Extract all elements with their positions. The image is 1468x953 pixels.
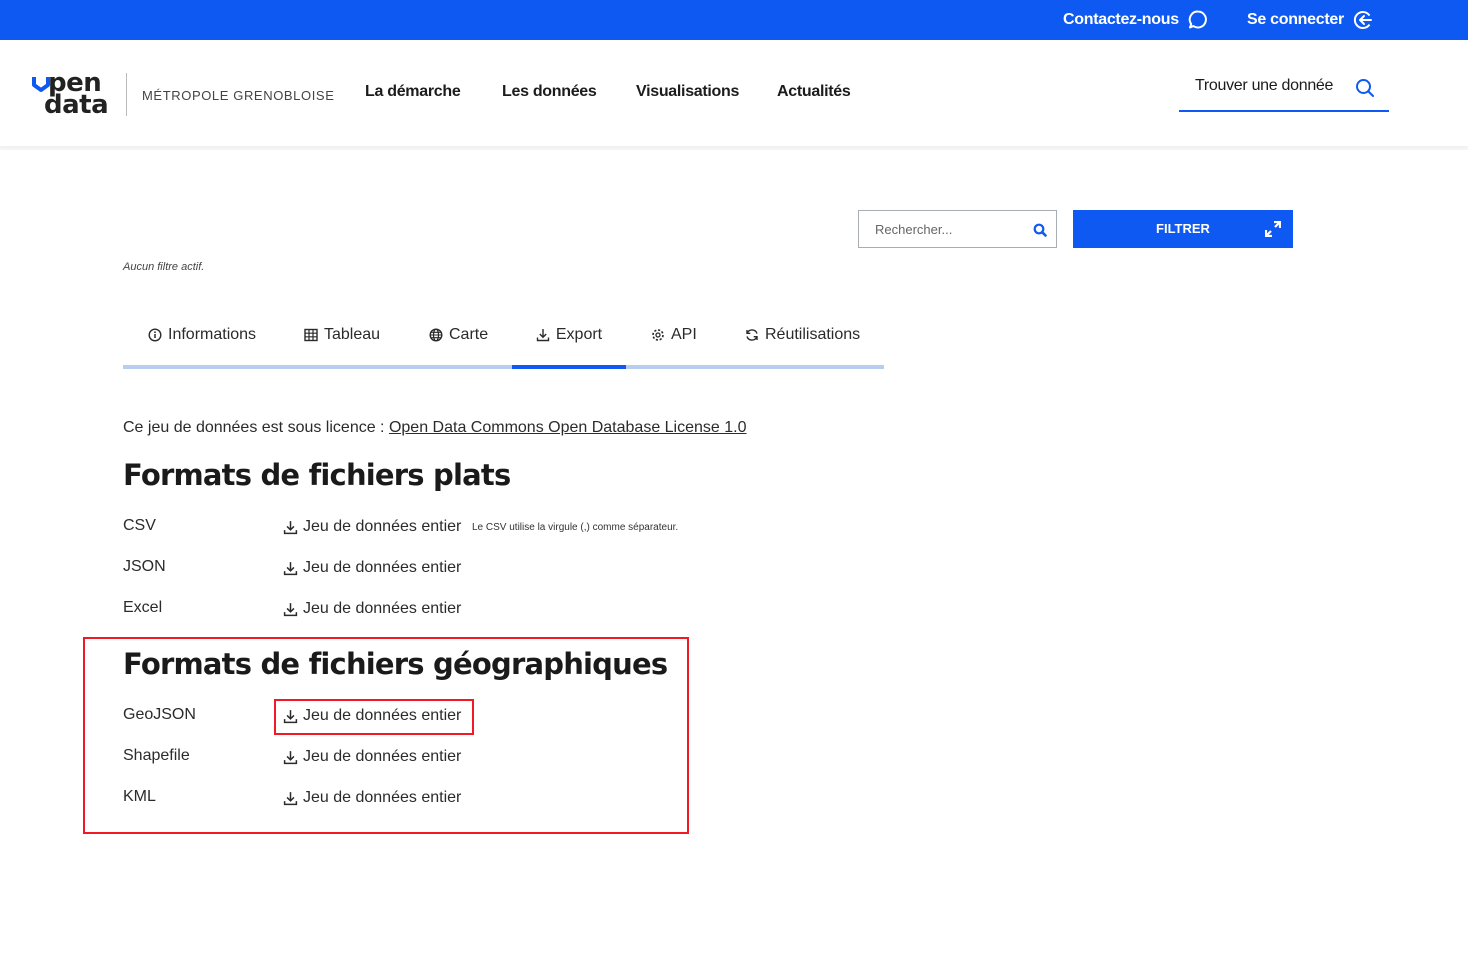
format-name: KML <box>123 788 156 805</box>
tab-label: Informations <box>168 325 257 343</box>
tab-api[interactable]: API <box>651 306 697 369</box>
header-shadow-band <box>0 146 1468 150</box>
tab-export[interactable]: Export <box>512 306 626 369</box>
download-icon <box>283 561 298 575</box>
tab-carte[interactable]: Carte <box>429 306 488 369</box>
table-grid-icon <box>304 328 318 341</box>
nav-les-donnees[interactable]: Les données <box>502 83 597 101</box>
format-row-shapefile: Shapefile Jeu de données entier <box>123 747 743 771</box>
download-kml-link[interactable]: Jeu de données entier <box>283 789 461 807</box>
download-icon <box>283 791 298 805</box>
format-name: Excel <box>123 599 163 616</box>
filter-button[interactable]: FILTRER <box>1073 210 1293 248</box>
tab-label: Réutilisations <box>765 325 861 343</box>
download-shapefile-link[interactable]: Jeu de données entier <box>283 748 461 766</box>
contact-link[interactable]: Contactez-nous <box>1063 0 1209 40</box>
download-link-label: Jeu de données entier <box>303 748 462 765</box>
licence-text: Ce jeu de données est sous licence : Ope… <box>123 419 747 437</box>
download-json-link[interactable]: Jeu de données entier <box>283 559 461 577</box>
find-dataset-button[interactable]: Trouver une donnée <box>1179 68 1389 112</box>
format-row-excel: Excel Jeu de données entier <box>123 599 743 623</box>
format-name: GeoJSON <box>123 706 196 723</box>
download-icon <box>283 750 298 764</box>
download-excel-link[interactable]: Jeu de données entier <box>283 600 461 618</box>
nav-la-demarche[interactable]: La démarche <box>365 83 461 101</box>
download-geojson-link[interactable]: Jeu de données entier <box>283 707 461 725</box>
open-data-logo[interactable]: pen data <box>32 70 112 118</box>
expand-arrows-icon <box>1265 221 1281 237</box>
tab-tableau[interactable]: Tableau <box>304 306 380 369</box>
info-circle-icon <box>148 327 162 342</box>
nav-actualites[interactable]: Actualités <box>777 83 851 101</box>
tab-reutilisations[interactable]: Réutilisations <box>745 306 860 369</box>
tab-label: Carte <box>449 325 489 343</box>
search-icon <box>1356 79 1374 97</box>
dataset-tabs: Informations Tableau Carte Export API Ré… <box>123 306 884 369</box>
download-icon <box>536 328 550 341</box>
nav-visualisations[interactable]: Visualisations <box>636 83 739 101</box>
download-link-label: Jeu de données entier <box>303 789 462 806</box>
logo-divider <box>126 73 127 116</box>
licence-prefix: Ce jeu de données est sous licence : <box>123 419 385 436</box>
download-link-label: Jeu de données entier <box>303 600 462 617</box>
flat-formats-heading: Formats de fichiers plats <box>123 458 511 492</box>
format-row-geojson: GeoJSON Jeu de données entier <box>123 706 743 730</box>
tab-label: Export <box>555 325 603 343</box>
contact-label: Contactez-nous <box>1063 11 1179 28</box>
format-row-json: JSON Jeu de données entier <box>123 558 743 582</box>
format-row-csv: CSV Jeu de données entier Le CSV utilise… <box>123 517 743 541</box>
login-link[interactable]: Se connecter <box>1247 0 1374 40</box>
geo-formats-heading: Formats de fichiers géographiques <box>123 647 668 681</box>
tab-label: Tableau <box>324 325 381 343</box>
active-filters-text: Aucun filtre actif. <box>123 261 205 273</box>
format-name: CSV <box>123 517 156 534</box>
chat-bubble-icon <box>1188 10 1207 29</box>
logo-text-line2: data <box>44 90 109 120</box>
format-name: Shapefile <box>123 747 190 764</box>
download-link-label: Jeu de données entier <box>303 707 462 724</box>
format-name: JSON <box>123 558 166 575</box>
search-input[interactable] <box>859 211 1024 247</box>
licence-link[interactable]: Open Data Commons Open Database License … <box>389 419 747 436</box>
top-bar: Contactez-nous Se connecter <box>0 0 1468 40</box>
tab-label: API <box>671 325 697 343</box>
globe-icon <box>429 327 443 342</box>
search-icon[interactable] <box>1033 223 1047 237</box>
login-arrow-icon <box>1353 11 1372 29</box>
tab-informations[interactable]: Informations <box>148 306 256 369</box>
download-link-label: Jeu de données entier <box>303 559 462 576</box>
refresh-icon <box>746 328 758 341</box>
search-box <box>858 210 1057 248</box>
find-dataset-label: Trouver une donnée <box>1195 77 1334 94</box>
download-csv-link[interactable]: Jeu de données entier <box>283 518 461 536</box>
download-icon <box>283 602 298 616</box>
csv-separator-note: Le CSV utilise la virgule (,) comme sépa… <box>472 522 679 533</box>
filter-button-label: FILTRER <box>1156 221 1210 236</box>
site-header: pen data MÉTROPOLE GRENOBLOISE La démarc… <box>0 40 1468 146</box>
gear-icon <box>652 328 664 341</box>
download-icon <box>283 520 298 534</box>
download-icon <box>283 709 298 723</box>
logo-subtitle: MÉTROPOLE GRENOBLOISE <box>142 88 335 103</box>
download-link-label: Jeu de données entier <box>303 518 462 535</box>
login-label: Se connecter <box>1247 11 1344 28</box>
format-row-kml: KML Jeu de données entier <box>123 788 743 812</box>
